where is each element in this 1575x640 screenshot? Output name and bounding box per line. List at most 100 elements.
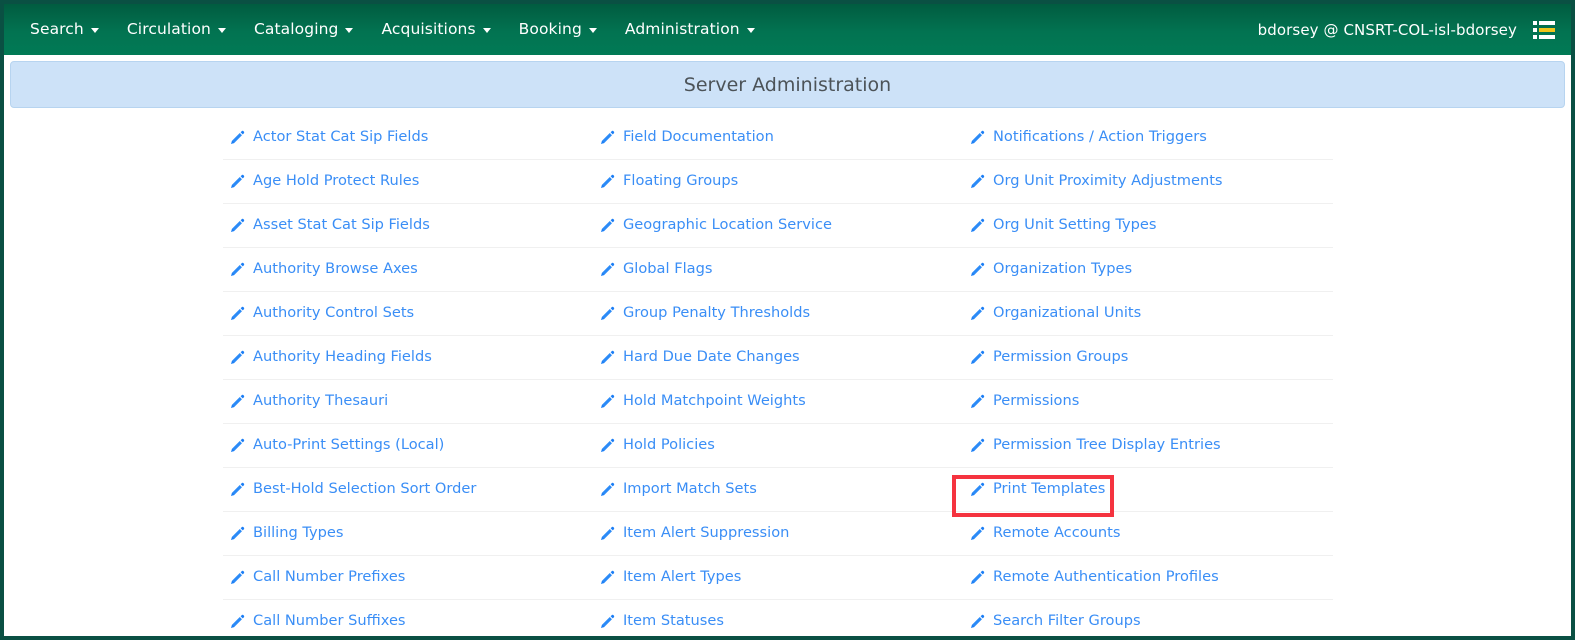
admin-link-cell: Global Flags (593, 248, 963, 292)
admin-link-cell: Organization Types (963, 248, 1333, 292)
admin-link-authority-heading-fields[interactable]: Authority Heading Fields (229, 349, 432, 366)
admin-link-authority-control-sets[interactable]: Authority Control Sets (229, 305, 414, 322)
admin-link-label: Hard Due Date Changes (623, 348, 800, 366)
admin-link-cell: Authority Thesauri (223, 380, 593, 424)
pencil-icon (229, 261, 246, 278)
admin-link-cell: Print Templates (963, 468, 1333, 512)
admin-link-cell: Call Number Suffixes (223, 600, 593, 636)
nav-menu-administration[interactable]: Administration (611, 16, 769, 44)
nav-menu-cataloging[interactable]: Cataloging (240, 16, 368, 44)
nav-right-cluster: bdorsey @ CNSRT-COL-isl-bdorsey (1258, 19, 1561, 41)
admin-link-import-match-sets[interactable]: Import Match Sets (599, 481, 757, 498)
admin-link-label: Print Templates (993, 480, 1106, 498)
admin-link-cell: Authority Control Sets (223, 292, 593, 336)
admin-link-cell: Actor Stat Cat Sip Fields (223, 116, 593, 160)
admin-link-print-templates[interactable]: Print Templates (969, 481, 1105, 498)
admin-link-cell: Asset Stat Cat Sip Fields (223, 204, 593, 248)
admin-link-cell: Age Hold Protect Rules (223, 160, 593, 204)
admin-link-authority-thesauri[interactable]: Authority Thesauri (229, 393, 388, 410)
nav-menu-booking[interactable]: Booking (505, 16, 611, 44)
admin-link-label: Billing Types (253, 524, 344, 542)
admin-link-label: Floating Groups (623, 172, 739, 190)
admin-link-label: Permission Tree Display Entries (993, 436, 1221, 454)
admin-link-item-alert-types[interactable]: Item Alert Types (599, 569, 741, 586)
admin-link-search-filter-groups[interactable]: Search Filter Groups (969, 613, 1141, 630)
admin-link-best-hold-selection-sort-order[interactable]: Best-Hold Selection Sort Order (229, 481, 476, 498)
admin-link-geographic-location-service[interactable]: Geographic Location Service (599, 217, 832, 234)
pencil-icon (599, 569, 616, 586)
admin-link-cell: Group Penalty Thresholds (593, 292, 963, 336)
admin-link-group-penalty-thresholds[interactable]: Group Penalty Thresholds (599, 305, 810, 322)
admin-link-billing-types[interactable]: Billing Types (229, 525, 344, 542)
admin-link-authority-browse-axes[interactable]: Authority Browse Axes (229, 261, 418, 278)
pencil-icon (229, 393, 246, 410)
pencil-icon (599, 613, 616, 630)
list-menu-icon[interactable] (1533, 19, 1555, 41)
current-user-label: bdorsey @ CNSRT-COL-isl-bdorsey (1257, 20, 1517, 39)
admin-link-cell: Permission Groups (963, 336, 1333, 380)
admin-link-label: Permissions (993, 392, 1080, 410)
admin-link-label: Group Penalty Thresholds (623, 304, 811, 322)
admin-link-label: Search Filter Groups (993, 612, 1141, 630)
admin-link-floating-groups[interactable]: Floating Groups (599, 173, 738, 190)
admin-link-permission-groups[interactable]: Permission Groups (969, 349, 1128, 366)
admin-link-hold-policies[interactable]: Hold Policies (599, 437, 715, 454)
admin-link-global-flags[interactable]: Global Flags (599, 261, 712, 278)
nav-menu-acquisitions[interactable]: Acquisitions (367, 16, 504, 44)
admin-link-permissions[interactable]: Permissions (969, 393, 1079, 410)
pencil-icon (599, 437, 616, 454)
nav-menu-circulation[interactable]: Circulation (113, 16, 240, 44)
admin-link-permission-tree-display-entries[interactable]: Permission Tree Display Entries (969, 437, 1221, 454)
admin-link-label: Geographic Location Service (623, 216, 832, 234)
admin-link-age-hold-protect-rules[interactable]: Age Hold Protect Rules (229, 173, 419, 190)
admin-link-item-statuses[interactable]: Item Statuses (599, 613, 724, 630)
admin-link-organizational-units[interactable]: Organizational Units (969, 305, 1141, 322)
nav-menu-label: Booking (518, 19, 582, 38)
admin-link-cell: Call Number Prefixes (223, 556, 593, 600)
admin-link-field-documentation[interactable]: Field Documentation (599, 129, 774, 146)
admin-link-remote-authentication-profiles[interactable]: Remote Authentication Profiles (969, 569, 1219, 586)
pencil-icon (599, 305, 616, 322)
admin-link-label: Age Hold Protect Rules (253, 172, 420, 190)
admin-link-label: Auto-Print Settings (Local) (253, 436, 445, 454)
admin-link-label: Best-Hold Selection Sort Order (253, 480, 477, 498)
admin-link-cell: Authority Heading Fields (223, 336, 593, 380)
chevron-down-icon (482, 28, 491, 33)
pencil-icon (229, 305, 246, 322)
pencil-icon (969, 349, 986, 366)
pencil-icon (969, 217, 986, 234)
admin-link-hold-matchpoint-weights[interactable]: Hold Matchpoint Weights (599, 393, 806, 410)
admin-link-call-number-prefixes[interactable]: Call Number Prefixes (229, 569, 405, 586)
admin-link-label: Asset Stat Cat Sip Fields (253, 216, 430, 234)
chevron-down-icon (588, 28, 597, 33)
nav-menu-label: Cataloging (253, 19, 339, 38)
nav-menu-search[interactable]: Search (16, 16, 113, 44)
pencil-icon (229, 349, 246, 366)
admin-link-label: Authority Control Sets (253, 304, 415, 322)
admin-link-auto-print-settings-local[interactable]: Auto-Print Settings (Local) (229, 437, 444, 454)
pencil-icon (229, 217, 246, 234)
admin-link-notifications-action-triggers[interactable]: Notifications / Action Triggers (969, 129, 1207, 146)
admin-link-label: Item Alert Types (623, 568, 742, 586)
admin-link-label: Field Documentation (623, 128, 774, 146)
admin-link-cell: Billing Types (223, 512, 593, 556)
admin-link-hard-due-date-changes[interactable]: Hard Due Date Changes (599, 349, 800, 366)
pencil-icon (969, 393, 986, 410)
admin-link-cell: Authority Browse Axes (223, 248, 593, 292)
admin-link-asset-stat-cat-sip-fields[interactable]: Asset Stat Cat Sip Fields (229, 217, 430, 234)
admin-link-label: Actor Stat Cat Sip Fields (253, 128, 429, 146)
pencil-icon (229, 525, 246, 542)
list-menu-row (1533, 27, 1555, 32)
nav-menu-label: Circulation (126, 19, 211, 38)
admin-link-call-number-suffixes[interactable]: Call Number Suffixes (229, 613, 406, 630)
admin-link-remote-accounts[interactable]: Remote Accounts (969, 525, 1120, 542)
admin-link-org-unit-proximity-adjustments[interactable]: Org Unit Proximity Adjustments (969, 173, 1223, 190)
admin-link-cell: Import Match Sets (593, 468, 963, 512)
admin-link-cell: Remote Authentication Profiles (963, 556, 1333, 600)
admin-link-organization-types[interactable]: Organization Types (969, 261, 1132, 278)
admin-link-org-unit-setting-types[interactable]: Org Unit Setting Types (969, 217, 1157, 234)
admin-link-item-alert-suppression[interactable]: Item Alert Suppression (599, 525, 789, 542)
pencil-icon (599, 481, 616, 498)
admin-link-actor-stat-cat-sip-fields[interactable]: Actor Stat Cat Sip Fields (229, 129, 428, 146)
admin-link-label: Hold Policies (623, 436, 715, 454)
